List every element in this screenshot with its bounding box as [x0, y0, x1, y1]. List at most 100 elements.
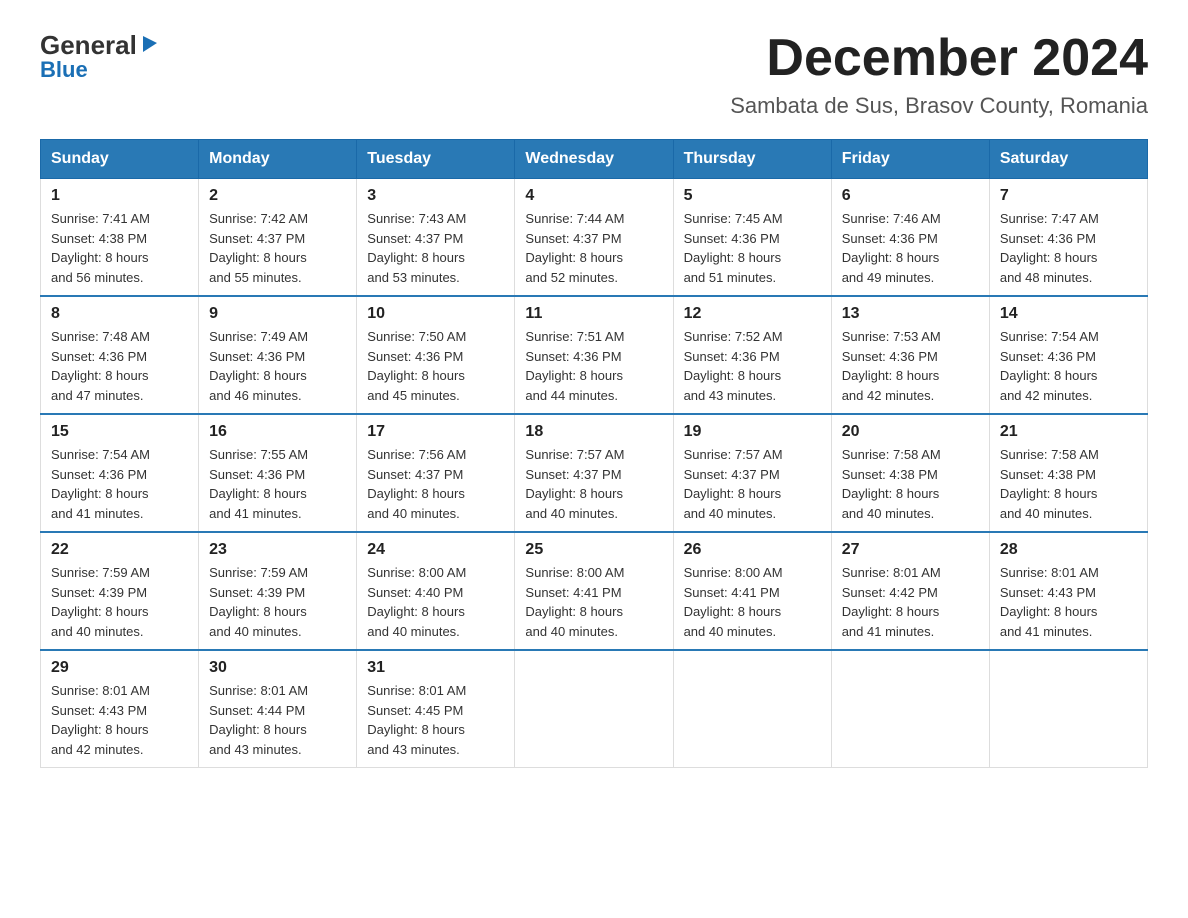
- day-number: 3: [367, 187, 504, 205]
- day-number: 30: [209, 659, 346, 677]
- day-info: Sunrise: 7:45 AM Sunset: 4:36 PM Dayligh…: [684, 209, 821, 287]
- day-number: 7: [1000, 187, 1137, 205]
- logo-blue-text: Blue: [40, 57, 88, 83]
- day-info: Sunrise: 7:55 AM Sunset: 4:36 PM Dayligh…: [209, 445, 346, 523]
- day-number: 21: [1000, 423, 1137, 441]
- day-number: 27: [842, 541, 979, 559]
- day-info: Sunrise: 7:56 AM Sunset: 4:37 PM Dayligh…: [367, 445, 504, 523]
- day-info: Sunrise: 7:57 AM Sunset: 4:37 PM Dayligh…: [684, 445, 821, 523]
- day-number: 14: [1000, 305, 1137, 323]
- table-row: 31 Sunrise: 8:01 AM Sunset: 4:45 PM Dayl…: [357, 650, 515, 768]
- day-number: 10: [367, 305, 504, 323]
- day-number: 11: [525, 305, 662, 323]
- day-info: Sunrise: 7:48 AM Sunset: 4:36 PM Dayligh…: [51, 327, 188, 405]
- day-info: Sunrise: 7:50 AM Sunset: 4:36 PM Dayligh…: [367, 327, 504, 405]
- day-info: Sunrise: 7:43 AM Sunset: 4:37 PM Dayligh…: [367, 209, 504, 287]
- day-info: Sunrise: 7:59 AM Sunset: 4:39 PM Dayligh…: [209, 563, 346, 641]
- day-number: 2: [209, 187, 346, 205]
- day-info: Sunrise: 8:01 AM Sunset: 4:45 PM Dayligh…: [367, 681, 504, 759]
- day-info: Sunrise: 8:01 AM Sunset: 4:42 PM Dayligh…: [842, 563, 979, 641]
- day-info: Sunrise: 7:42 AM Sunset: 4:37 PM Dayligh…: [209, 209, 346, 287]
- day-number: 19: [684, 423, 821, 441]
- logo-triangle-icon: [139, 32, 161, 54]
- day-info: Sunrise: 7:59 AM Sunset: 4:39 PM Dayligh…: [51, 563, 188, 641]
- col-saturday: Saturday: [989, 140, 1147, 179]
- day-number: 17: [367, 423, 504, 441]
- day-number: 28: [1000, 541, 1137, 559]
- day-number: 29: [51, 659, 188, 677]
- table-row: 19 Sunrise: 7:57 AM Sunset: 4:37 PM Dayl…: [673, 414, 831, 532]
- day-info: Sunrise: 7:58 AM Sunset: 4:38 PM Dayligh…: [842, 445, 979, 523]
- title-block: December 2024 Sambata de Sus, Brasov Cou…: [730, 30, 1148, 119]
- table-row: 7 Sunrise: 7:47 AM Sunset: 4:36 PM Dayli…: [989, 179, 1147, 297]
- day-number: 6: [842, 187, 979, 205]
- calendar-week-5: 29 Sunrise: 8:01 AM Sunset: 4:43 PM Dayl…: [41, 650, 1148, 768]
- page-header: General Blue December 2024 Sambata de Su…: [40, 30, 1148, 119]
- col-sunday: Sunday: [41, 140, 199, 179]
- day-info: Sunrise: 7:52 AM Sunset: 4:36 PM Dayligh…: [684, 327, 821, 405]
- table-row: 27 Sunrise: 8:01 AM Sunset: 4:42 PM Dayl…: [831, 532, 989, 650]
- calendar-week-3: 15 Sunrise: 7:54 AM Sunset: 4:36 PM Dayl…: [41, 414, 1148, 532]
- calendar-week-2: 8 Sunrise: 7:48 AM Sunset: 4:36 PM Dayli…: [41, 296, 1148, 414]
- day-number: 22: [51, 541, 188, 559]
- table-row: 6 Sunrise: 7:46 AM Sunset: 4:36 PM Dayli…: [831, 179, 989, 297]
- table-row: 26 Sunrise: 8:00 AM Sunset: 4:41 PM Dayl…: [673, 532, 831, 650]
- day-number: 1: [51, 187, 188, 205]
- table-row: 23 Sunrise: 7:59 AM Sunset: 4:39 PM Dayl…: [199, 532, 357, 650]
- calendar-week-4: 22 Sunrise: 7:59 AM Sunset: 4:39 PM Dayl…: [41, 532, 1148, 650]
- day-number: 24: [367, 541, 504, 559]
- table-row: 13 Sunrise: 7:53 AM Sunset: 4:36 PM Dayl…: [831, 296, 989, 414]
- day-number: 12: [684, 305, 821, 323]
- col-tuesday: Tuesday: [357, 140, 515, 179]
- day-number: 15: [51, 423, 188, 441]
- month-title: December 2024: [730, 30, 1148, 87]
- day-number: 16: [209, 423, 346, 441]
- day-info: Sunrise: 7:53 AM Sunset: 4:36 PM Dayligh…: [842, 327, 979, 405]
- table-row: [831, 650, 989, 768]
- day-info: Sunrise: 8:01 AM Sunset: 4:43 PM Dayligh…: [51, 681, 188, 759]
- day-info: Sunrise: 8:00 AM Sunset: 4:40 PM Dayligh…: [367, 563, 504, 641]
- day-info: Sunrise: 7:54 AM Sunset: 4:36 PM Dayligh…: [1000, 327, 1137, 405]
- day-info: Sunrise: 7:47 AM Sunset: 4:36 PM Dayligh…: [1000, 209, 1137, 287]
- day-info: Sunrise: 7:49 AM Sunset: 4:36 PM Dayligh…: [209, 327, 346, 405]
- table-row: 8 Sunrise: 7:48 AM Sunset: 4:36 PM Dayli…: [41, 296, 199, 414]
- table-row: 15 Sunrise: 7:54 AM Sunset: 4:36 PM Dayl…: [41, 414, 199, 532]
- table-row: 17 Sunrise: 7:56 AM Sunset: 4:37 PM Dayl…: [357, 414, 515, 532]
- table-row: [515, 650, 673, 768]
- table-row: 21 Sunrise: 7:58 AM Sunset: 4:38 PM Dayl…: [989, 414, 1147, 532]
- calendar-header-row: Sunday Monday Tuesday Wednesday Thursday…: [41, 140, 1148, 179]
- table-row: 20 Sunrise: 7:58 AM Sunset: 4:38 PM Dayl…: [831, 414, 989, 532]
- calendar-table: Sunday Monday Tuesday Wednesday Thursday…: [40, 139, 1148, 768]
- table-row: 22 Sunrise: 7:59 AM Sunset: 4:39 PM Dayl…: [41, 532, 199, 650]
- day-info: Sunrise: 7:46 AM Sunset: 4:36 PM Dayligh…: [842, 209, 979, 287]
- table-row: 24 Sunrise: 8:00 AM Sunset: 4:40 PM Dayl…: [357, 532, 515, 650]
- table-row: 14 Sunrise: 7:54 AM Sunset: 4:36 PM Dayl…: [989, 296, 1147, 414]
- table-row: 10 Sunrise: 7:50 AM Sunset: 4:36 PM Dayl…: [357, 296, 515, 414]
- day-number: 8: [51, 305, 188, 323]
- logo: General Blue: [40, 30, 161, 83]
- location-title: Sambata de Sus, Brasov County, Romania: [730, 93, 1148, 119]
- table-row: 4 Sunrise: 7:44 AM Sunset: 4:37 PM Dayli…: [515, 179, 673, 297]
- table-row: 30 Sunrise: 8:01 AM Sunset: 4:44 PM Dayl…: [199, 650, 357, 768]
- day-info: Sunrise: 8:01 AM Sunset: 4:43 PM Dayligh…: [1000, 563, 1137, 641]
- table-row: [673, 650, 831, 768]
- day-info: Sunrise: 7:58 AM Sunset: 4:38 PM Dayligh…: [1000, 445, 1137, 523]
- day-number: 20: [842, 423, 979, 441]
- day-info: Sunrise: 7:51 AM Sunset: 4:36 PM Dayligh…: [525, 327, 662, 405]
- day-number: 25: [525, 541, 662, 559]
- table-row: 5 Sunrise: 7:45 AM Sunset: 4:36 PM Dayli…: [673, 179, 831, 297]
- day-number: 4: [525, 187, 662, 205]
- day-info: Sunrise: 8:00 AM Sunset: 4:41 PM Dayligh…: [684, 563, 821, 641]
- table-row: 25 Sunrise: 8:00 AM Sunset: 4:41 PM Dayl…: [515, 532, 673, 650]
- table-row: [989, 650, 1147, 768]
- col-wednesday: Wednesday: [515, 140, 673, 179]
- table-row: 9 Sunrise: 7:49 AM Sunset: 4:36 PM Dayli…: [199, 296, 357, 414]
- day-number: 26: [684, 541, 821, 559]
- table-row: 18 Sunrise: 7:57 AM Sunset: 4:37 PM Dayl…: [515, 414, 673, 532]
- day-info: Sunrise: 8:00 AM Sunset: 4:41 PM Dayligh…: [525, 563, 662, 641]
- day-number: 9: [209, 305, 346, 323]
- col-monday: Monday: [199, 140, 357, 179]
- calendar-week-1: 1 Sunrise: 7:41 AM Sunset: 4:38 PM Dayli…: [41, 179, 1148, 297]
- table-row: 16 Sunrise: 7:55 AM Sunset: 4:36 PM Dayl…: [199, 414, 357, 532]
- day-number: 18: [525, 423, 662, 441]
